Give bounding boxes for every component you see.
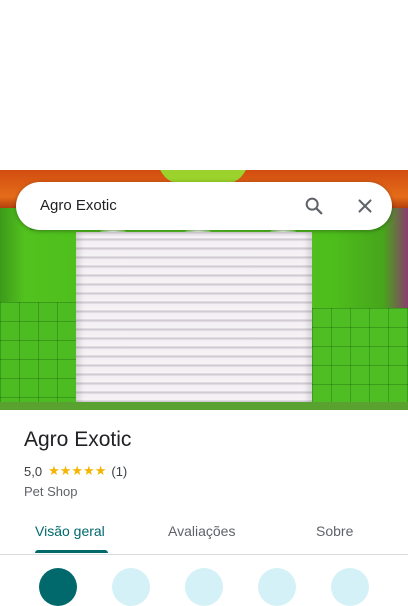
rating-value: 5,0 — [24, 463, 43, 479]
search-box[interactable]: Agro Exotic — [16, 182, 392, 230]
directions-button[interactable] — [39, 568, 77, 606]
action-button[interactable] — [185, 568, 223, 606]
action-button[interactable] — [112, 568, 150, 606]
place-category[interactable]: Pet Shop — [24, 484, 78, 499]
search-input[interactable]: Agro Exotic — [40, 197, 117, 214]
star-rating-icon: ★★★★★ — [48, 463, 107, 478]
place-title: Agro Exotic — [24, 428, 132, 451]
tab-about[interactable]: Sobre — [316, 523, 353, 539]
active-tab-indicator — [35, 550, 108, 553]
search-icon[interactable] — [302, 194, 326, 218]
action-button[interactable] — [258, 568, 296, 606]
wall-tiles-left — [0, 302, 76, 410]
rating-row[interactable]: 5,0 ★★★★★ (1) — [24, 463, 127, 479]
tab-overview[interactable]: Visão geral — [35, 523, 105, 539]
tab-reviews[interactable]: Avaliações — [168, 523, 235, 539]
tab-bar: Visão geral Avaliações Sobre — [0, 510, 408, 555]
rolling-shutter — [76, 232, 312, 410]
floor — [0, 402, 408, 410]
action-button[interactable] — [331, 568, 369, 606]
wall-tiles-right — [312, 308, 408, 410]
review-count: (1) — [111, 463, 128, 479]
blank-top-area — [0, 0, 408, 170]
close-icon[interactable] — [353, 194, 377, 218]
